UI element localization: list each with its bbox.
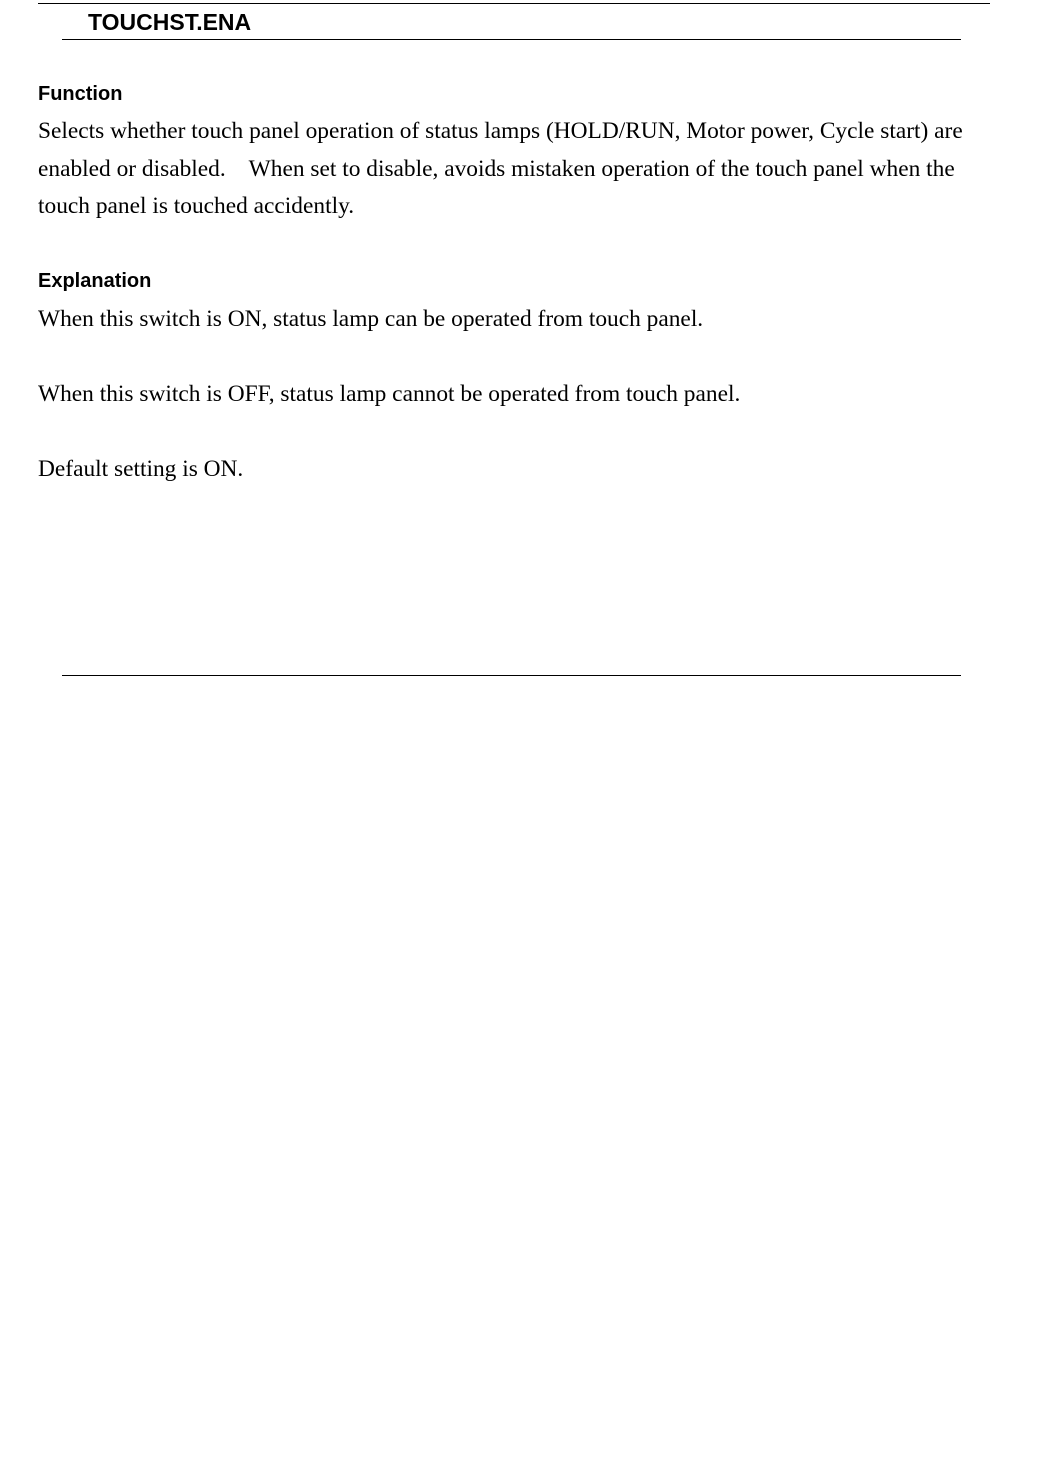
default-setting-note: Default setting is ON.	[38, 456, 244, 482]
title-underline	[62, 39, 961, 40]
explanation-switch-off: When this switch is OFF, status lamp can…	[38, 381, 741, 407]
explanation-heading: Explanation	[38, 270, 152, 292]
function-description: Selects whether touch panel operation of…	[38, 118, 969, 219]
parameter-title: TOUCHST.ENA	[88, 9, 252, 35]
header-rule-top	[38, 3, 990, 4]
section-end-rule	[62, 675, 961, 676]
function-heading: Function	[38, 83, 123, 105]
explanation-switch-on: When this switch is ON, status lamp can …	[38, 306, 704, 332]
